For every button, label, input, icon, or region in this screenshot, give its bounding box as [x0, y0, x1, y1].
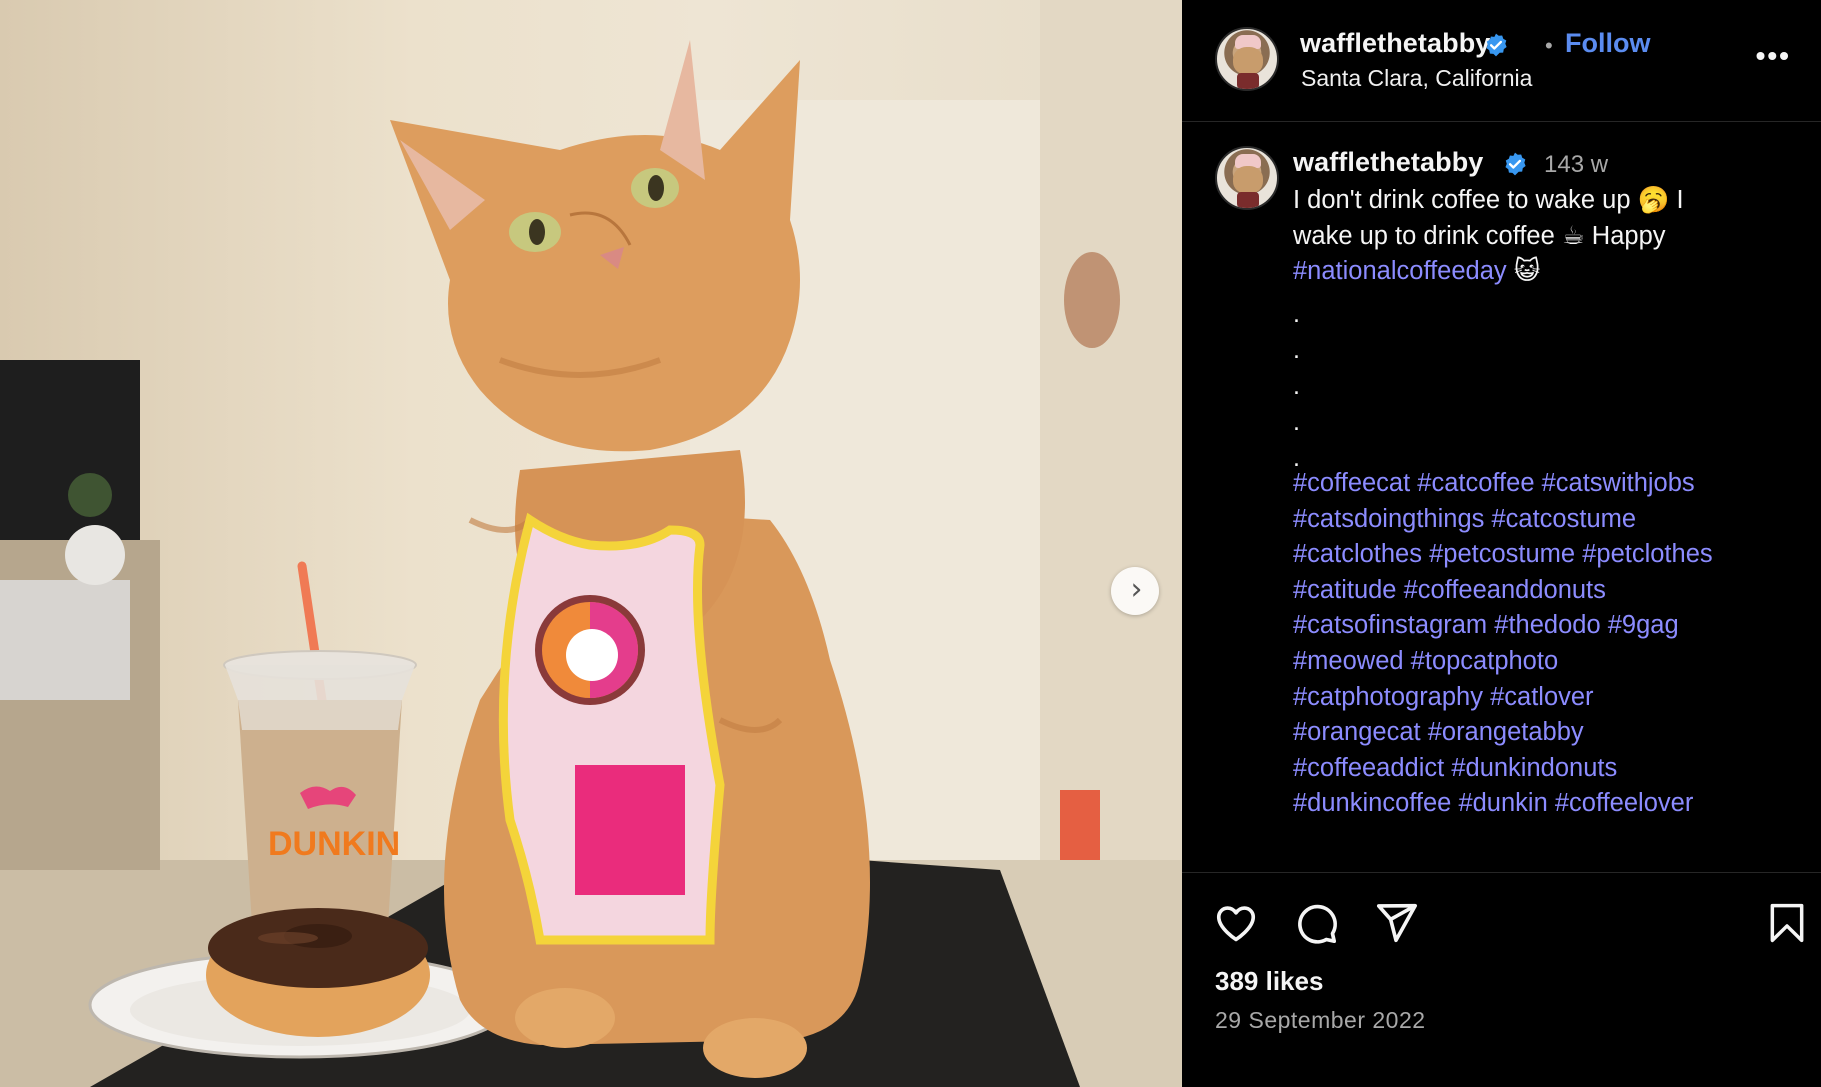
heart-icon[interactable]	[1212, 900, 1260, 946]
caption-username[interactable]: wafflethetabby	[1293, 147, 1483, 178]
cup-brand-text: DUNKIN	[268, 825, 400, 863]
hashtag-list: #coffeecat #catcoffee #catswithjobs #cat…	[1293, 466, 1813, 822]
hashtag-link[interactable]: #meowed	[1293, 647, 1404, 675]
hashtag-link[interactable]: #catlover	[1490, 683, 1593, 711]
header-username[interactable]: wafflethetabby	[1300, 28, 1490, 59]
hashtag-link[interactable]: #nationalcoffeeday	[1293, 257, 1507, 285]
hashtag-link[interactable]: #orangetabby	[1428, 718, 1584, 746]
post-sidebar: wafflethetabby • Follow Santa Clara, Cal…	[1182, 0, 1821, 1087]
follow-button[interactable]: Follow	[1565, 28, 1650, 59]
caption-avatar[interactable]	[1215, 146, 1279, 210]
hashtag-link[interactable]: #coffeecat	[1293, 469, 1410, 497]
hashtag-link[interactable]: #catcostume	[1491, 505, 1636, 533]
actions-divider	[1182, 872, 1821, 873]
hashtag-link[interactable]: #catsofinstagram	[1293, 611, 1487, 639]
hashtag-link[interactable]: #coffeeanddonuts	[1404, 576, 1606, 604]
post-time-ago[interactable]: 143 w	[1544, 151, 1608, 179]
caption-line: wake up to drink coffee ☕ Happy	[1293, 221, 1666, 250]
post-date: 29 September 2022	[1215, 1007, 1426, 1033]
caption-line: #nationalcoffeeday 😺	[1293, 254, 1783, 290]
verified-icon	[1505, 152, 1526, 176]
header-separator: •	[1545, 33, 1553, 58]
hashtag-link[interactable]: #topcatphoto	[1411, 647, 1558, 675]
cat-emoji: 😺	[1513, 257, 1541, 285]
hashtag-link[interactable]: #dunkindonuts	[1451, 754, 1617, 782]
photo-illustration: DUNKIN	[0, 0, 1182, 1087]
hashtag-link[interactable]: #catitude	[1293, 576, 1397, 604]
hashtag-link[interactable]: #9gag	[1608, 611, 1679, 639]
hashtag-link[interactable]: #orangecat	[1293, 718, 1421, 746]
hashtag-link[interactable]: #petcostume	[1429, 540, 1575, 568]
hashtag-link[interactable]: #catphotography	[1293, 683, 1483, 711]
post-header: wafflethetabby • Follow Santa Clara, Cal…	[1182, 0, 1821, 122]
hashtag-link[interactable]: #dunkin	[1458, 789, 1547, 817]
verified-icon	[1486, 33, 1507, 57]
wall-ornament	[1064, 252, 1120, 348]
hashtag-link[interactable]: #petclothes	[1582, 540, 1712, 568]
next-photo-button[interactable]: ›	[1111, 567, 1159, 615]
caption-text: I don't drink coffee to wake up 🥱 I wake…	[1293, 183, 1783, 290]
hashtag-link[interactable]: #coffeeaddict	[1293, 754, 1444, 782]
hashtag-link[interactable]: #catswithjobs	[1542, 469, 1695, 497]
hashtag-link[interactable]: #thedodo	[1494, 611, 1600, 639]
coffee-cup: DUNKIN	[223, 561, 417, 925]
comment-icon[interactable]	[1292, 900, 1340, 946]
tv	[0, 360, 140, 540]
chevron-right-icon: ›	[1130, 571, 1143, 607]
hashtag-link[interactable]: #dunkincoffee	[1293, 789, 1451, 817]
likes-count[interactable]: 389 likes	[1215, 966, 1323, 997]
more-options-button[interactable]: •••	[1756, 40, 1791, 72]
dot-line: .	[1293, 408, 1300, 436]
dot-line: .	[1293, 300, 1300, 328]
hashtag-link[interactable]: #catsdoingthings	[1293, 505, 1484, 533]
post-photo[interactable]: DUNKIN ›	[0, 0, 1182, 1087]
dot-line: .	[1293, 372, 1300, 400]
caption-dots: . . . . .	[1293, 296, 1300, 476]
avatar[interactable]	[1215, 27, 1279, 91]
dot-line: .	[1293, 336, 1300, 364]
hashtag-link[interactable]: #catclothes	[1293, 540, 1422, 568]
hashtag-link[interactable]: #coffeelover	[1555, 789, 1693, 817]
hashtag-link[interactable]: #catcoffee	[1417, 469, 1534, 497]
share-icon[interactable]	[1372, 900, 1420, 946]
caption-line: I don't drink coffee to wake up 🥱 I	[1293, 186, 1684, 214]
bookmark-icon[interactable]	[1765, 900, 1809, 946]
location-link[interactable]: Santa Clara, California	[1301, 65, 1532, 92]
